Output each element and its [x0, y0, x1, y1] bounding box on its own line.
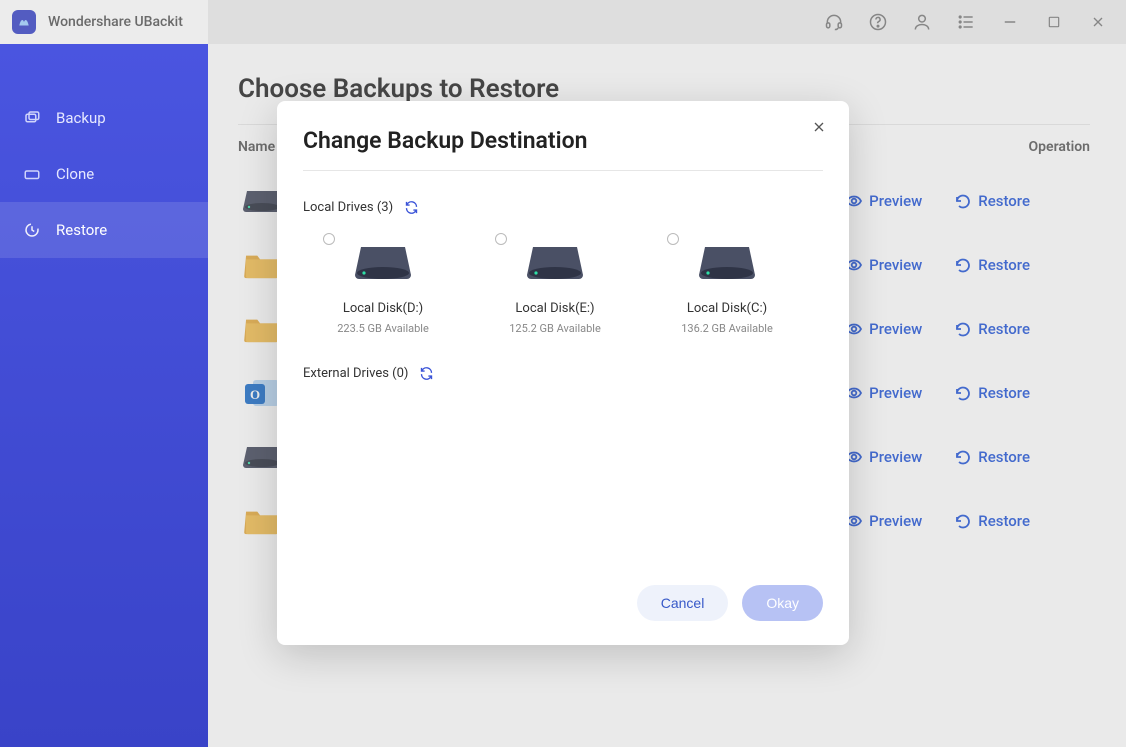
drive-grid: Local Disk(D:) 223.5 GB Available Local …: [303, 233, 823, 335]
drive-radio[interactable]: [323, 233, 335, 245]
local-drives-section: Local Drives (3): [303, 199, 823, 215]
drive-icon: [354, 239, 412, 287]
drive-radio[interactable]: [667, 233, 679, 245]
drive-name: Local Disk(D:): [343, 301, 423, 316]
restore-icon: [22, 220, 42, 240]
drive-name: Local Disk(E:): [515, 301, 594, 316]
local-drives-label: Local Drives (3): [303, 200, 393, 215]
drive-available: 125.2 GB Available: [509, 322, 601, 335]
drive-radio[interactable]: [495, 233, 507, 245]
modal-change-destination: Change Backup Destination Local Drives (…: [277, 101, 849, 645]
drive-card[interactable]: Local Disk(E:) 125.2 GB Available: [489, 233, 621, 335]
okay-button[interactable]: Okay: [742, 585, 823, 621]
cancel-button[interactable]: Cancel: [637, 585, 729, 621]
modal-title: Change Backup Destination: [303, 127, 823, 154]
drive-available: 223.5 GB Available: [337, 322, 429, 335]
clone-icon: [22, 164, 42, 184]
sidebar-item-label: Backup: [56, 109, 106, 127]
sidebar-item-clone[interactable]: Clone: [0, 146, 208, 202]
drive-card[interactable]: Local Disk(C:) 136.2 GB Available: [661, 233, 793, 335]
external-drives-label: External Drives (0): [303, 366, 408, 381]
drive-icon: [698, 239, 756, 287]
app-window: Wondershare UBackit Backup Clone: [0, 0, 1126, 747]
sidebar: Backup Clone Restore: [0, 44, 208, 747]
modal-close-button[interactable]: [807, 115, 831, 139]
sidebar-item-label: Restore: [56, 221, 107, 239]
refresh-local-icon[interactable]: [403, 199, 419, 215]
drive-icon: [526, 239, 584, 287]
sidebar-item-label: Clone: [56, 165, 94, 183]
drive-name: Local Disk(C:): [687, 301, 767, 316]
external-drives-section: External Drives (0): [303, 365, 823, 381]
sidebar-item-backup[interactable]: Backup: [0, 90, 208, 146]
drive-card[interactable]: Local Disk(D:) 223.5 GB Available: [317, 233, 449, 335]
modal-divider: [303, 170, 823, 171]
drive-available: 136.2 GB Available: [681, 322, 773, 335]
backup-icon: [22, 108, 42, 128]
refresh-external-icon[interactable]: [418, 365, 434, 381]
sidebar-item-restore[interactable]: Restore: [0, 202, 208, 258]
